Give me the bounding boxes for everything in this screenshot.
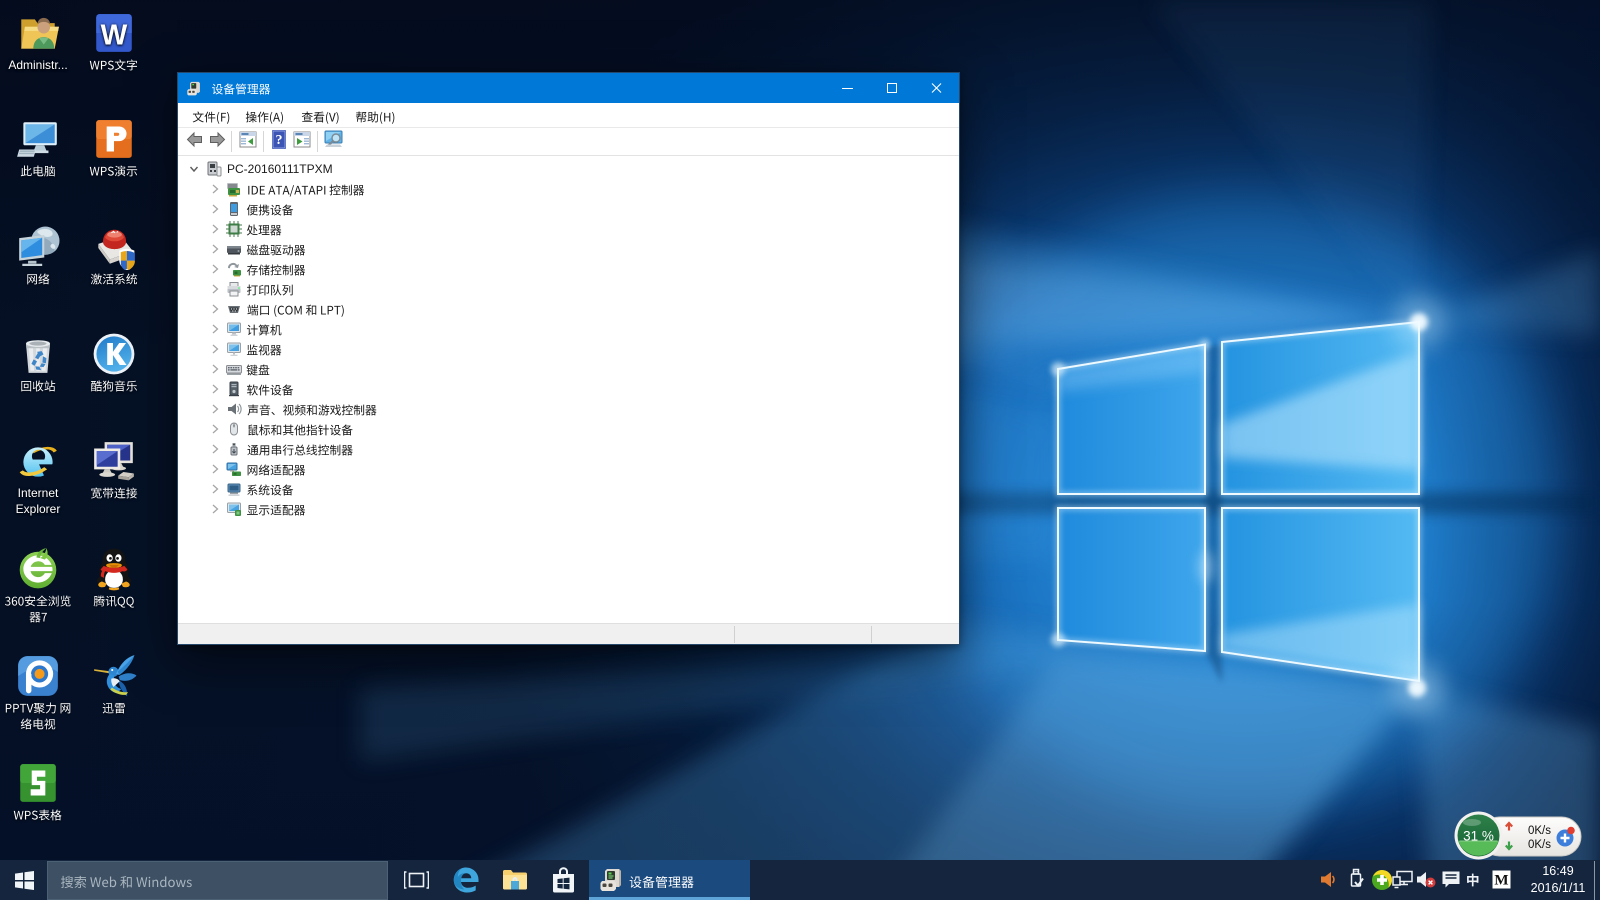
svg-text:0K/s: 0K/s — [1528, 839, 1551, 851]
svg-text:31 %: 31 % — [1463, 829, 1494, 844]
svg-text:?: ? — [276, 133, 283, 148]
svg-text:M: M — [1494, 873, 1508, 889]
svg-text:W: W — [101, 19, 128, 51]
svg-text:0K/s: 0K/s — [1528, 825, 1551, 837]
